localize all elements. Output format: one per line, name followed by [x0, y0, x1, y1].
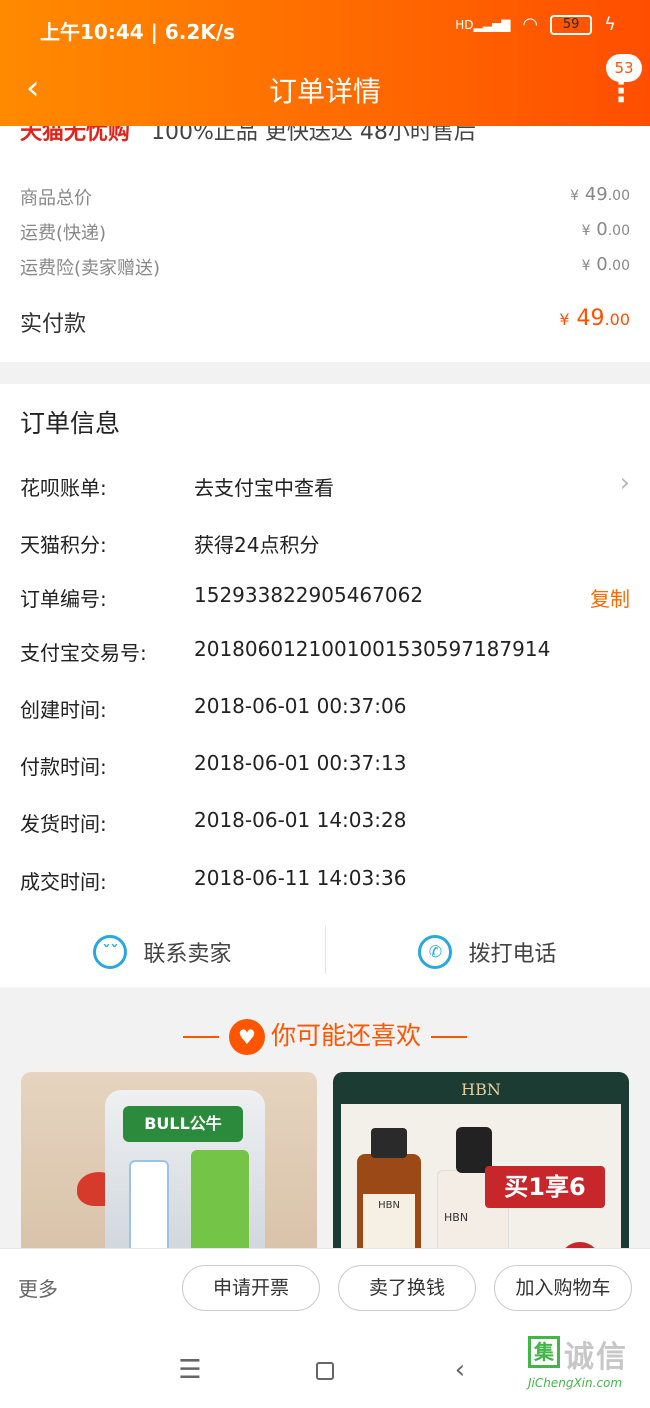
- price-label: 商品总价: [20, 188, 92, 209]
- product-image: HBN HBN 买1享6 赠: [341, 1104, 621, 1248]
- price-row-insurance: 运费险(卖家赠送) ¥ 0.00: [20, 254, 630, 280]
- info-label: 支付宝交易号:: [20, 641, 147, 665]
- info-label: 天猫积分:: [20, 533, 107, 557]
- info-row-completed: 成交时间: 2018-06-11 14:03:36: [20, 866, 630, 896]
- price-value: ¥ 0.00: [581, 219, 630, 240]
- product-brand: HBN: [461, 1080, 501, 1099]
- order-info-title: 订单信息: [20, 409, 121, 438]
- heart-icon: ♥: [228, 1019, 265, 1055]
- info-row-created: 创建时间: 2018-06-01 00:37:06: [20, 694, 630, 724]
- system-back-button[interactable]: ‹: [440, 1350, 480, 1390]
- app-header: 上午10:44 | 6.2K/s HD▂▃▅▇ ◠ 59 ϟ ‹ 订单详情 53…: [0, 0, 650, 126]
- page-title: 订单详情: [268, 75, 381, 108]
- contact-bar: ˇˇ 联系卖家 ✆ 拨打电话: [0, 922, 650, 982]
- charging-icon: ϟ: [604, 14, 616, 35]
- price-row-total: 商品总价 ¥ 49.00: [20, 184, 630, 210]
- info-row-points: 天猫积分: 获得24点积分: [20, 529, 630, 559]
- price-row-shipping: 运费(快递) ¥ 0.00: [20, 219, 630, 245]
- chevron-left-icon: ‹: [454, 1355, 466, 1385]
- chevron-right-icon: ›: [619, 468, 630, 498]
- info-value: 2018-06-01 00:37:13: [194, 751, 407, 775]
- more-button[interactable]: ⋮: [606, 74, 636, 110]
- price-summary-card: 天猫无忧购 100%正品 更快送达 48小时售后 商品总价 ¥ 49.00 运费…: [0, 126, 650, 362]
- order-info-card: 订单信息 花呗账单: 去支付宝中查看 › 天猫积分: 获得24点积分 订单编号:…: [0, 384, 650, 987]
- copy-button[interactable]: 复制: [590, 583, 630, 612]
- system-navbar: ☰ ‹ 集 诚信 JiChengXin.com: [0, 1330, 650, 1408]
- info-row-alipay-trade: 支付宝交易号: 2018060121001001530597187914: [20, 637, 630, 667]
- watermark-logo: 集: [528, 1336, 560, 1368]
- promo-strip[interactable]: 天猫无忧购 100%正品 更快送达 48小时售后: [20, 126, 476, 146]
- contact-seller-button[interactable]: ˇˇ 联系卖家: [0, 922, 325, 982]
- more-vertical-icon: ⋮: [606, 74, 636, 109]
- info-label: 订单编号:: [20, 587, 107, 611]
- add-to-cart-button[interactable]: 加入购物车: [494, 1265, 632, 1311]
- watermark-text: 诚信: [564, 1340, 628, 1375]
- paid-label: 实付款: [20, 312, 87, 337]
- sell-for-cash-button[interactable]: 卖了换钱: [338, 1265, 476, 1311]
- info-label: 创建时间:: [20, 698, 107, 722]
- info-value: 2018-06-11 14:03:36: [194, 866, 407, 890]
- divider: [182, 1036, 219, 1038]
- info-label: 成交时间:: [20, 870, 107, 894]
- product-card[interactable]: HBN HBN HBN 买1享6 赠: [333, 1072, 629, 1248]
- info-row-huabei[interactable]: 花呗账单: 去支付宝中查看 ›: [20, 468, 630, 502]
- info-row-order-number: 订单编号: 152933822905467062 复制: [20, 583, 630, 613]
- home-square-icon: [316, 1361, 334, 1380]
- more-link[interactable]: 更多: [18, 1273, 58, 1302]
- promo-brand: 天猫无忧购: [20, 126, 131, 145]
- divider: [431, 1036, 467, 1038]
- price-value: ¥ 0.00: [581, 254, 630, 275]
- info-value: 2018-06-01 14:03:28: [194, 808, 407, 832]
- menu-icon: ☰: [178, 1355, 202, 1385]
- info-value: 去支付宝中查看: [194, 476, 334, 500]
- chat-face-icon: ˇˇ: [93, 935, 128, 969]
- info-label: 付款时间:: [20, 755, 107, 779]
- status-icons: HD▂▃▅▇ ◠ 59 ϟ: [455, 14, 616, 35]
- package-label-shape: [191, 1150, 249, 1248]
- recommend-title: ♥ 你可能还喜欢: [0, 1016, 650, 1055]
- price-value: ¥ 49.00: [570, 184, 630, 205]
- wifi-icon: ◠: [522, 14, 539, 35]
- promo-tag: 买1享6: [485, 1166, 605, 1208]
- watermark: 集 诚信 JiChengXin.com: [524, 1332, 644, 1402]
- info-value: 2018-06-01 00:37:06: [194, 694, 407, 718]
- call-phone-label: 拨打电话: [468, 942, 557, 967]
- info-value: 152933822905467062: [194, 583, 424, 607]
- call-phone-button[interactable]: ✆ 拨打电话: [325, 922, 650, 982]
- price-label: 运费险(卖家赠送): [20, 258, 161, 279]
- home-button[interactable]: [305, 1350, 345, 1390]
- info-row-paid: 付款时间: 2018-06-01 00:37:13: [20, 751, 630, 781]
- info-row-shipped: 发货时间: 2018-06-01 14:03:28: [20, 808, 630, 838]
- info-label: 发货时间:: [20, 812, 107, 836]
- battery-icon: 59: [550, 14, 593, 35]
- watermark-url: JiChengXin.com: [528, 1376, 623, 1390]
- status-time: 上午10:44 | 6.2K/s: [40, 20, 236, 44]
- bottom-action-bar: 更多 申请开票 卖了换钱 加入购物车: [0, 1248, 650, 1330]
- request-invoice-button[interactable]: 申请开票: [182, 1265, 320, 1311]
- paid-value: ¥ 49.00: [559, 306, 630, 331]
- signal-icon: HD▂▃▅▇: [455, 17, 511, 32]
- info-label: 花呗账单:: [20, 476, 107, 500]
- bottle-shape: HBN: [357, 1128, 421, 1248]
- product-image: BULL公牛: [105, 1090, 265, 1248]
- contact-seller-label: 联系卖家: [143, 942, 232, 967]
- paid-row: 实付款 ¥ 49.00: [20, 306, 630, 338]
- info-value: 获得24点积分: [194, 533, 320, 557]
- menu-button[interactable]: ☰: [170, 1350, 210, 1390]
- power-strip-shape: [129, 1160, 169, 1248]
- price-label: 运费(快递): [20, 223, 107, 244]
- product-brand: BULL公牛: [123, 1106, 243, 1142]
- promo-text: 100%正品 更快送达 48小时售后: [151, 126, 476, 145]
- info-value: 2018060121001001530597187914: [194, 637, 551, 661]
- product-card[interactable]: BULL公牛: [21, 1072, 317, 1248]
- phone-icon: ✆: [418, 935, 453, 969]
